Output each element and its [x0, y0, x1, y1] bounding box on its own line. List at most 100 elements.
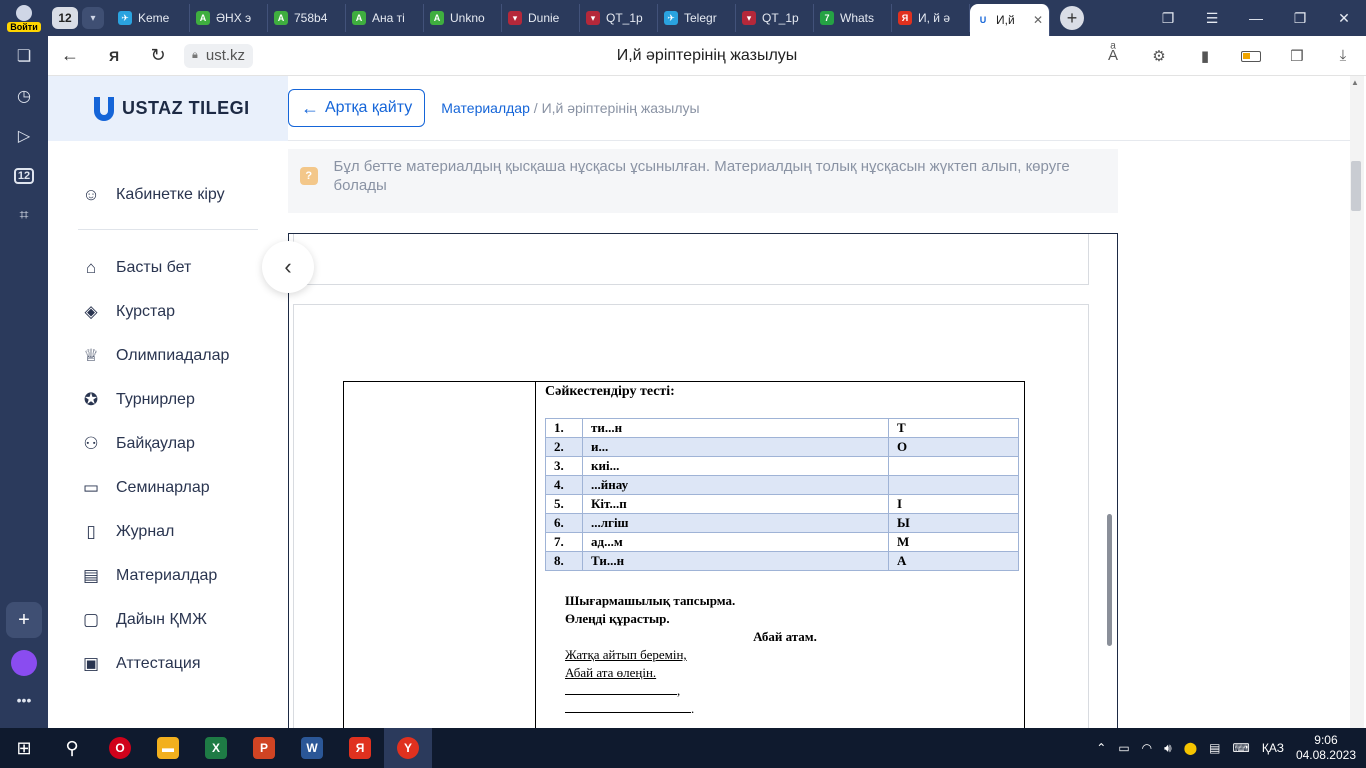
opera-icon[interactable]: O — [96, 728, 144, 768]
back-arrow-icon[interactable]: ← — [48, 36, 92, 76]
minimize-button[interactable]: — — [1234, 10, 1278, 26]
sidebar-item-materials[interactable]: ▤ Материалдар — [48, 554, 288, 598]
reader-icon[interactable]: ❒ — [1274, 47, 1320, 65]
tab-4[interactable]: A Unkno — [424, 4, 502, 32]
site-logo[interactable]: USTAZ TILEGI — [48, 76, 288, 141]
menu-icon[interactable]: ☰ — [1190, 10, 1234, 27]
sidebar-item-journal[interactable]: ▯ Журнал — [48, 510, 288, 554]
windows-start-icon[interactable]: ⊞ — [0, 728, 48, 768]
tab-0[interactable]: ✈ Keme — [112, 4, 190, 32]
tab-6[interactable]: ▾ QT_1p — [580, 4, 658, 32]
video-icon[interactable]: ▷ — [0, 116, 48, 156]
tab-2[interactable]: A 758b4 — [268, 4, 346, 32]
keyboard-icon[interactable]: ⌨ — [1233, 741, 1250, 755]
journal-icon: ▯ — [86, 522, 96, 541]
download-icon[interactable]: ⤓ — [1320, 47, 1366, 64]
file-explorer-icon[interactable]: ▬ — [144, 728, 192, 768]
tab-label: Whats — [840, 11, 875, 25]
translate-icon[interactable]: Aͣ — [1090, 47, 1136, 64]
document-table: Сәйкестендіру тесті: 1. ти...н Т 2. и... О 3. к… — [343, 381, 1025, 728]
page-scrollbar-thumb[interactable] — [1351, 161, 1361, 211]
site-sidebar: USTAZ TILEGI ☺ Кабинетке кіру ⌂ Басты бет… — [48, 76, 288, 728]
row-letter: І — [888, 494, 1019, 514]
excel-icon[interactable]: X — [192, 728, 240, 768]
extensions-icon[interactable]: ⚙ — [1136, 47, 1182, 65]
url-field[interactable]: 🔒︎ ust.kz — [184, 43, 254, 68]
add-sidebar-button[interactable]: + — [6, 602, 42, 638]
collapse-sidebar-button[interactable]: ‹ — [262, 241, 314, 293]
tab-label: Ана ті — [372, 11, 405, 25]
tab-3[interactable]: A Ана ті — [346, 4, 424, 32]
tab-favicon-icon: ✈ — [118, 11, 132, 25]
notice-text: Бұл бетте материалдың қысқаша нұсқасы ұс… — [333, 158, 1070, 194]
row-letter — [888, 475, 1019, 495]
reload-icon[interactable]: ↻ — [136, 36, 180, 76]
tab-9[interactable]: 7 Whats — [814, 4, 892, 32]
tab-10[interactable]: Я И, й ә — [892, 4, 970, 32]
sidebar-item-tournaments[interactable]: ✪ Турнирлер — [48, 378, 288, 422]
yandex-app-icon[interactable]: Я — [336, 728, 384, 768]
sidebar-item-home[interactable]: ⌂ Басты бет — [48, 246, 288, 290]
sidebar-item-seminars[interactable]: ▭ Семинарлар — [48, 466, 288, 510]
more-icon[interactable]: ••• — [0, 692, 48, 708]
tab-8[interactable]: ▾ QT_1p — [736, 4, 814, 32]
powerpoint-icon[interactable]: P — [240, 728, 288, 768]
tab-active[interactable]: U И,й ✕ — [970, 4, 1050, 36]
tab-5[interactable]: ▾ Dunie — [502, 4, 580, 32]
notes-icon[interactable]: ▤ — [1209, 741, 1220, 755]
scroll-up-icon[interactable]: ▲ — [1351, 78, 1359, 87]
viewer-scrollbar[interactable] — [1107, 514, 1112, 646]
sidebar-item-olympiads[interactable]: ♕ Олимпиадалар — [48, 334, 288, 378]
history-icon[interactable]: ◷ — [0, 76, 48, 116]
word-icon[interactable]: W — [288, 728, 336, 768]
wifi-icon[interactable]: ◠ — [1142, 741, 1152, 755]
yandex-disk-icon[interactable]: ⬤ — [1184, 741, 1197, 755]
row-word: Ти...н — [582, 551, 889, 571]
restore-button[interactable]: ❐ — [1278, 10, 1322, 27]
tab-favicon-icon: 7 — [820, 11, 834, 25]
bookmark-icon[interactable]: ▮ — [1182, 47, 1228, 65]
language-indicator[interactable]: ҚАЗ — [1262, 741, 1284, 755]
tab-label: Keme — [138, 11, 170, 25]
login-label: Войти — [7, 21, 41, 32]
sidebar-item-courses[interactable]: ◈ Курстар — [48, 290, 288, 334]
close-window-button[interactable]: ✕ — [1322, 10, 1366, 27]
olympiads-icon: ♕ — [83, 346, 99, 365]
tab-count-badge[interactable]: 12 — [52, 7, 78, 29]
tab-7[interactable]: ✈ Telegr — [658, 4, 736, 32]
collections-icon[interactable]: ❏ — [0, 36, 48, 76]
volume-icon[interactable]: 🔊︎ — [1164, 741, 1172, 756]
chevron-up-icon[interactable]: ⌃ — [1096, 741, 1106, 755]
new-tab-button[interactable]: + — [1060, 6, 1084, 30]
close-tab-icon[interactable]: ✕ — [1033, 13, 1043, 27]
sidebar-item-attestation[interactable]: ▣ Аттестация — [48, 642, 288, 686]
screenshot-icon[interactable]: ⌗ — [0, 196, 48, 236]
breadcrumb-materials[interactable]: Материалдар — [441, 100, 530, 116]
battery-icon[interactable] — [1228, 47, 1274, 64]
chevron-down-icon[interactable]: ▾ — [82, 7, 104, 29]
document-viewer[interactable]: Сәйкестендіру тесті: 1. ти...н Т 2. и... О 3. к… — [288, 233, 1118, 728]
preview-notice: ? Бұл бетте материалдың қысқаша нұсқасы … — [288, 149, 1118, 213]
row-letter: Т — [888, 418, 1019, 438]
yandex-browser-icon[interactable]: Y — [384, 728, 432, 768]
alice-icon[interactable] — [11, 650, 37, 676]
search-icon[interactable]: ⚲ — [48, 728, 96, 768]
yandex-icon[interactable]: Я — [92, 36, 136, 76]
table-row: 3. киі... — [545, 456, 1019, 476]
sidebar-item-label: Семинарлар — [116, 479, 210, 496]
contests-icon: ⚇ — [83, 434, 99, 453]
sidebar-item-label: Олимпиадалар — [116, 347, 230, 364]
tab-1[interactable]: A ӘНХ э — [190, 4, 268, 32]
account-login[interactable]: ☺ Кабинетке кіру — [48, 173, 288, 217]
row-letter: М — [888, 532, 1019, 552]
clock[interactable]: 9:06 04.08.2023 — [1296, 733, 1356, 763]
tab-manager-icon[interactable]: ❐ — [1146, 10, 1190, 27]
profile-button[interactable]: Войти — [0, 0, 48, 36]
sidebar-item-ready-kmzh[interactable]: ▢ Дайын ҚМЖ — [48, 598, 288, 642]
back-button[interactable]: ← Артқа қайту — [288, 89, 426, 127]
sidebar-item-contests[interactable]: ⚇ Байқаулар — [48, 422, 288, 466]
table-row: 1. ти...н Т — [545, 418, 1019, 438]
battery-tray-icon[interactable]: ▭ — [1118, 741, 1129, 755]
tabs-count-icon[interactable]: 12 — [0, 156, 48, 196]
logo-text: USTAZ TILEGI — [122, 98, 250, 118]
